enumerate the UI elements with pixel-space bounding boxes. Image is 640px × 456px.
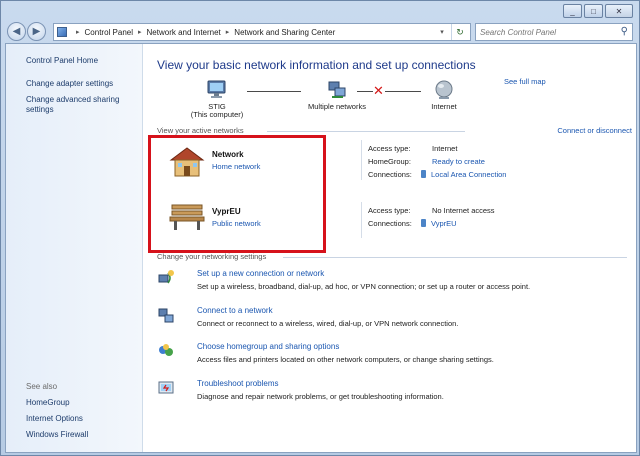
internet-node[interactable]: Internet xyxy=(409,80,479,111)
title-bar: _ □ ✕ xyxy=(1,1,639,21)
vertical-divider xyxy=(361,202,362,238)
access-type-value: No Internet access xyxy=(432,206,495,215)
sidebar: Control Panel Home Change adapter settin… xyxy=(6,44,143,452)
breadcrumb-control-panel[interactable]: Control Panel xyxy=(85,28,133,37)
choose-homegroup-link[interactable]: Choose homegroup and sharing options xyxy=(197,342,339,351)
forward-arrow-icon: ▶ xyxy=(32,26,41,37)
back-button[interactable]: ◀ xyxy=(7,22,26,41)
change-settings-label: Change your networking settings xyxy=(157,252,267,261)
connection-link[interactable]: Local Area Connection xyxy=(421,170,506,179)
access-type-label: Access type: xyxy=(368,206,411,215)
address-dropdown-icon[interactable]: ▾ xyxy=(436,25,448,39)
multiple-networks-label: Multiple networks xyxy=(308,101,366,111)
task-description: Diagnose and repair network problems, or… xyxy=(197,392,444,401)
internet-label: Internet xyxy=(431,101,457,111)
sidebar-item-change-advanced-sharing-settings[interactable]: Change advanced sharing settings xyxy=(26,95,136,115)
no-connection-x-icon: ✕ xyxy=(373,83,384,98)
sidebar-item-internet-options[interactable]: Internet Options xyxy=(26,414,83,424)
task-description: Connect or reconnect to a wireless, wire… xyxy=(197,319,459,328)
connection-name: Local Area Connection xyxy=(431,170,507,179)
sidebar-item-homegroup[interactable]: HomeGroup xyxy=(26,398,70,408)
connect-or-disconnect-link[interactable]: Connect or disconnect xyxy=(557,126,632,135)
sidebar-item-change-adapter-settings[interactable]: Change adapter settings xyxy=(26,79,113,89)
network-sharing-center-window: _ □ ✕ ◀ ▶ ▸ Control Panel ▸ Network and … xyxy=(0,0,640,456)
map-link-line xyxy=(247,91,301,92)
sidebar-item-windows-firewall[interactable]: Windows Firewall xyxy=(26,430,88,440)
see-full-map-link[interactable]: See full map xyxy=(504,77,546,86)
address-bar[interactable]: ▸ Control Panel ▸ Network and Internet ▸… xyxy=(53,23,471,41)
minimize-button[interactable]: _ xyxy=(563,4,582,18)
see-also-label: See also xyxy=(26,382,58,391)
map-link-line xyxy=(357,91,373,92)
computer-sub-label: (This computer) xyxy=(190,110,244,119)
connections-label: Connections: xyxy=(368,219,412,228)
new-connection-icon xyxy=(158,270,174,284)
connections-label: Connections: xyxy=(368,170,412,179)
search-icon[interactable]: ⚲ xyxy=(621,26,628,37)
connect-network-icon xyxy=(158,308,174,323)
vertical-divider xyxy=(361,140,362,180)
maximize-button[interactable]: □ xyxy=(584,4,603,18)
search-box[interactable]: ⚲ xyxy=(475,23,633,41)
computer-icon xyxy=(207,80,226,98)
setup-connection-link[interactable]: Set up a new connection or network xyxy=(197,269,324,278)
globe-icon xyxy=(435,80,453,99)
search-input[interactable] xyxy=(480,27,616,37)
task-description: Access files and printers located on oth… xyxy=(197,355,494,364)
navigation-bar: ◀ ▶ ▸ Control Panel ▸ Network and Intern… xyxy=(1,21,639,43)
multiple-networks-node[interactable]: Multiple networks xyxy=(297,80,377,111)
breadcrumb-network-sharing-center[interactable]: Network and Sharing Center xyxy=(234,28,335,37)
active-networks-label: View your active networks xyxy=(157,126,244,135)
connection-name: VyprEU xyxy=(431,219,457,228)
page-title: View your basic network information and … xyxy=(157,58,476,72)
highlight-annotation-box xyxy=(148,135,326,253)
troubleshoot-icon xyxy=(158,381,174,394)
computer-node: STIG (This computer) xyxy=(187,80,247,120)
breadcrumb-separator-icon: ▸ xyxy=(138,29,142,36)
task-description: Set up a wireless, broadband, dial-up, a… xyxy=(197,282,531,291)
window-controls: _ □ ✕ xyxy=(563,4,633,18)
breadcrumb-network-and-internet[interactable]: Network and Internet xyxy=(147,28,221,37)
connect-to-network-link[interactable]: Connect to a network xyxy=(197,306,273,315)
back-arrow-icon: ◀ xyxy=(12,26,21,37)
section-divider xyxy=(267,131,465,132)
sidebar-item-control-panel-home[interactable]: Control Panel Home xyxy=(26,56,98,66)
close-button[interactable]: ✕ xyxy=(605,4,633,18)
access-type-label: Access type: xyxy=(368,144,411,153)
vpn-plug-icon xyxy=(421,219,426,227)
section-divider xyxy=(283,257,627,258)
network-map: STIG (This computer) Multiple networks ✕ xyxy=(187,80,487,125)
forward-button[interactable]: ▶ xyxy=(27,22,46,41)
access-type-value: Internet xyxy=(432,144,458,153)
breadcrumb-separator-icon: ▸ xyxy=(76,29,80,36)
homegroup-ready-link[interactable]: Ready to create xyxy=(432,157,485,166)
ethernet-plug-icon xyxy=(421,170,426,178)
homegroup-label: HomeGroup: xyxy=(368,157,411,166)
connection-link[interactable]: VyprEU xyxy=(421,219,457,228)
troubleshoot-problems-link[interactable]: Troubleshoot problems xyxy=(197,379,279,388)
network-icon xyxy=(328,81,346,98)
homegroup-icon xyxy=(159,344,173,356)
refresh-icon[interactable]: ↻ xyxy=(451,24,468,40)
control-panel-icon xyxy=(57,27,67,37)
breadcrumb-separator-icon: ▸ xyxy=(225,29,230,36)
